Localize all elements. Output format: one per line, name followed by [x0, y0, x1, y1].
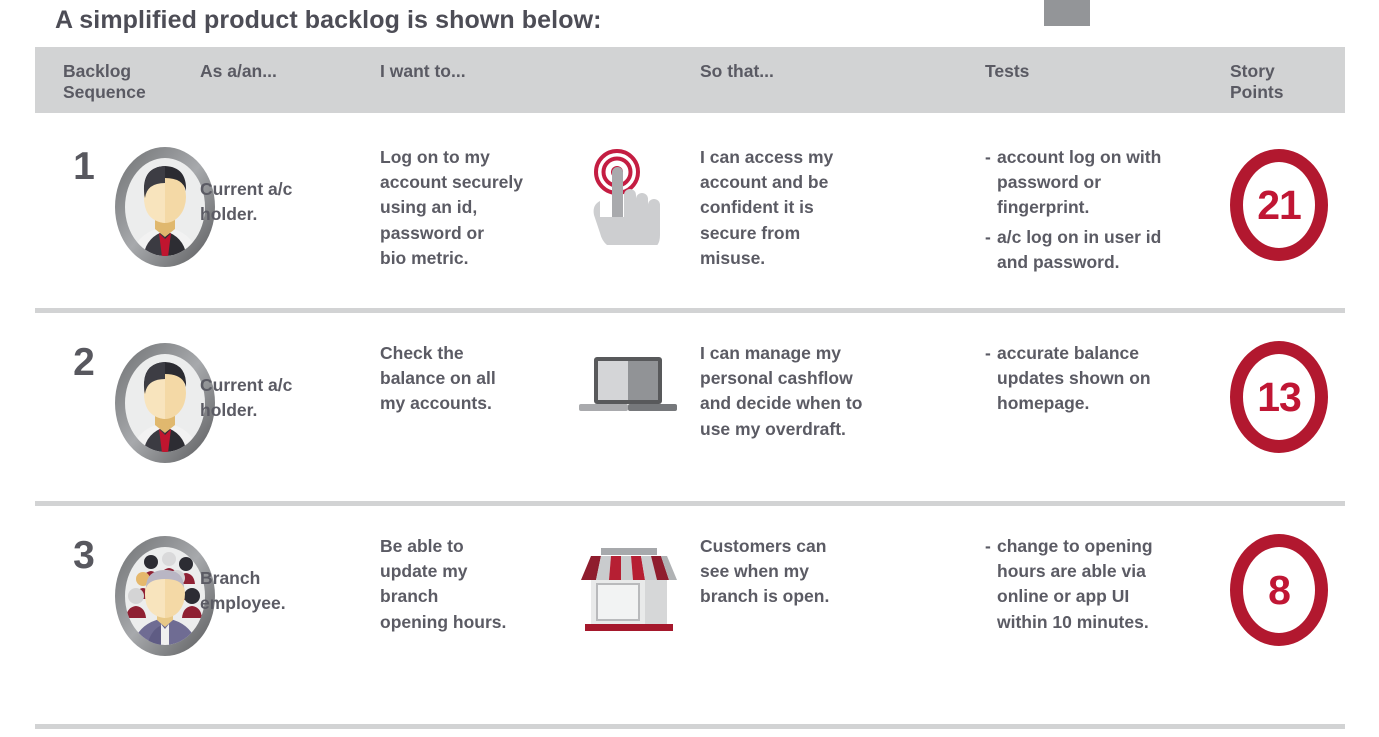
so-that-text: Customers can see when my branch is open…	[700, 536, 830, 607]
shop-storefront-icon	[573, 534, 685, 641]
table-row: 3 Branch employee. Be able to update my …	[35, 506, 1345, 696]
bullet-dash: -	[985, 226, 991, 247]
test-text: account log on with password or fingerpr…	[997, 147, 1162, 218]
cell-story-points: 13	[1230, 341, 1345, 506]
test-text: accurate balance updates shown on homepa…	[997, 343, 1151, 414]
cell-story-points: 21	[1230, 145, 1345, 313]
persona-text: Current a/c holder.	[200, 375, 293, 421]
page-title: A simplified product backlog is shown be…	[55, 6, 602, 34]
sequence-number: 2	[73, 341, 95, 384]
test-text: change to opening hours are able via onl…	[997, 536, 1153, 632]
column-header-so-that: So that...	[700, 61, 774, 81]
cell-tests: - change to opening hours are able via o…	[985, 534, 1230, 696]
column-header-i-want-to: I want to...	[380, 61, 466, 81]
persona-text: Branch employee.	[200, 568, 286, 614]
persona-text: Current a/c holder.	[200, 179, 293, 225]
so-that-text: I can manage my personal cashflow and de…	[700, 343, 863, 439]
column-header-story-points: Story Points	[1230, 61, 1284, 102]
want-text: Be able to update my branch opening hour…	[380, 536, 507, 632]
story-points-badge: 8	[1230, 534, 1328, 646]
cell-so-that: I can access my account and be confident…	[700, 145, 985, 313]
column-header-as-a-an: As a/an...	[200, 61, 277, 81]
column-header-tests: Tests	[985, 61, 1030, 81]
sequence-number: 1	[73, 145, 95, 188]
want-text: Log on to my account securely using an i…	[380, 147, 523, 268]
test-text: a/c log on in user id and password.	[997, 226, 1162, 272]
sequence-number: 3	[73, 534, 95, 577]
cell-backlog-sequence: 2	[35, 341, 215, 506]
touch-fingerprint-icon	[573, 145, 673, 250]
cell-as-a-an: Current a/c holder.	[200, 341, 380, 506]
test-item: - account log on with password or finger…	[985, 145, 1230, 221]
cell-tests: - accurate balance updates shown on home…	[985, 341, 1230, 506]
column-header-backlog-sequence: Backlog Sequence	[63, 61, 146, 102]
laptop-icon	[573, 341, 683, 436]
cell-story-points: 8	[1230, 534, 1345, 696]
top-gray-marker	[1044, 0, 1090, 26]
table-row: 1 Current a/c holder. Log on to my accou…	[35, 113, 1345, 313]
cell-as-a-an: Branch employee.	[200, 534, 380, 696]
so-that-text: I can access my account and be confident…	[700, 147, 834, 268]
cell-i-want-to: Check the balance on all my accounts.	[380, 341, 700, 506]
bullet-dash: -	[985, 536, 991, 556]
bullet-dash: -	[985, 147, 991, 167]
cell-i-want-to: Be able to update my branch opening hour…	[380, 534, 700, 696]
test-item: - change to opening hours are able via o…	[985, 534, 1230, 635]
cell-tests: - account log on with password or finger…	[985, 145, 1230, 313]
want-text: Check the balance on all my accounts.	[380, 343, 496, 414]
table-bottom-divider	[35, 724, 1345, 729]
story-points-badge: 21	[1230, 149, 1328, 261]
bullet-dash: -	[985, 343, 991, 363]
story-points-badge: 13	[1230, 341, 1328, 453]
product-backlog-table: Backlog Sequence As a/an... I want to...…	[35, 47, 1345, 696]
cell-i-want-to: Log on to my account securely using an i…	[380, 145, 700, 313]
table-header-row: Backlog Sequence As a/an... I want to...…	[35, 47, 1345, 113]
cell-as-a-an: Current a/c holder.	[200, 145, 380, 313]
table-row: 2 Current a/c holder. Check the balance …	[35, 313, 1345, 506]
cell-backlog-sequence: 1	[35, 145, 215, 313]
test-item: - accurate balance updates shown on home…	[985, 341, 1230, 417]
cell-so-that: Customers can see when my branch is open…	[700, 534, 985, 696]
test-item: - a/c log on in user id and password.	[985, 225, 1230, 275]
cell-so-that: I can manage my personal cashflow and de…	[700, 341, 985, 506]
cell-backlog-sequence: 3	[35, 534, 215, 696]
